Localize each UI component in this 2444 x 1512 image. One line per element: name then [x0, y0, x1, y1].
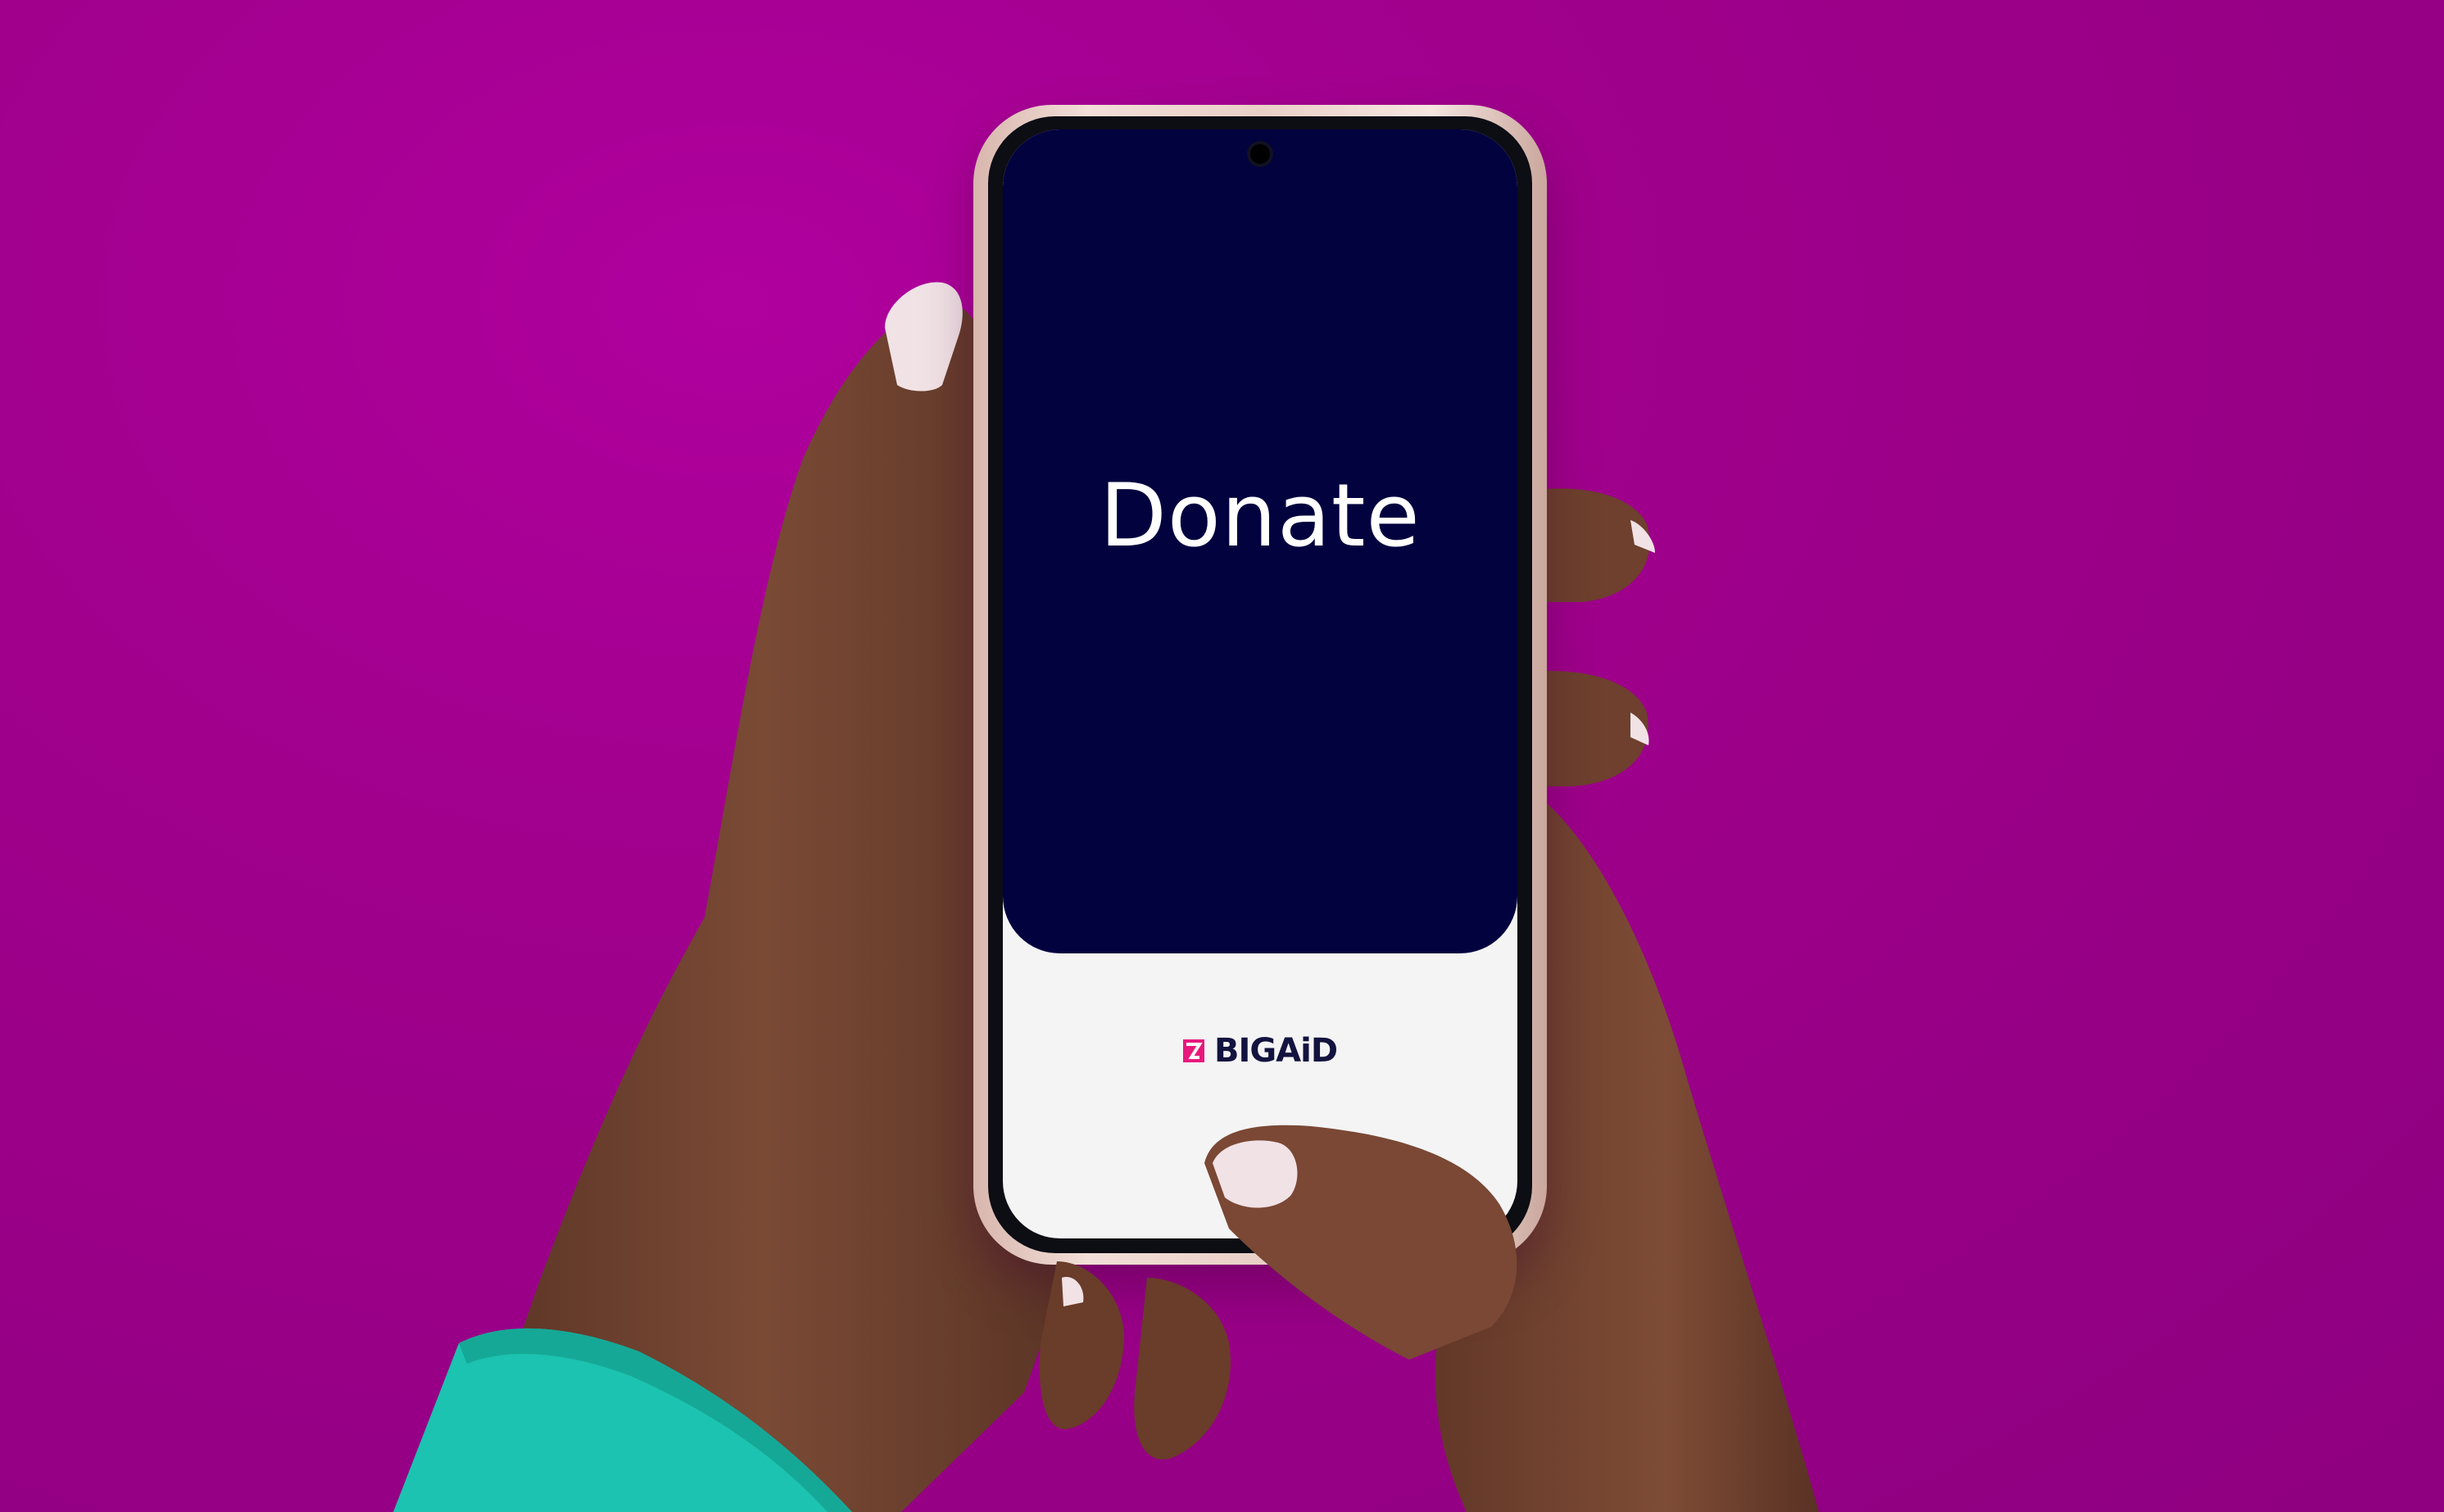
photo-scene: Donate BIGAiD — [0, 0, 2444, 1512]
right-hand-thumb — [1039, 1125, 1517, 1460]
